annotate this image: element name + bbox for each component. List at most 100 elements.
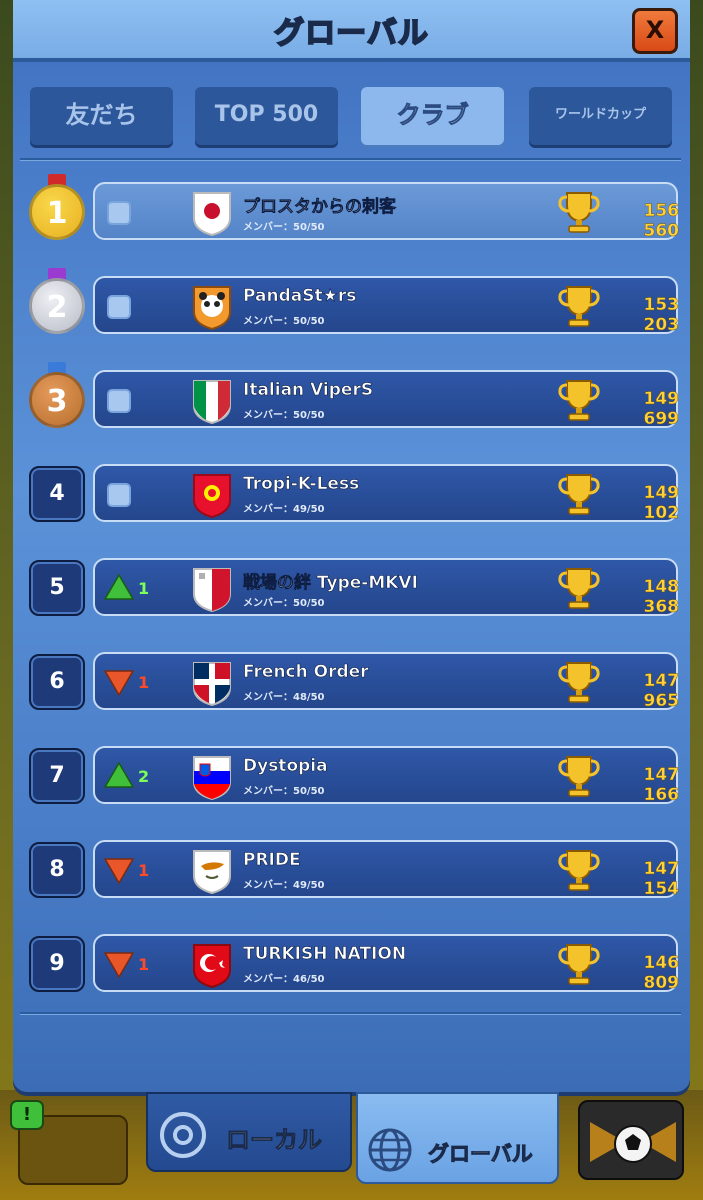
no-change-icon <box>107 389 131 413</box>
club-name: TURKISH NATION <box>243 944 407 964</box>
club-members: メンバー：50/50 <box>243 410 325 421</box>
club-entry[interactable]: 1 French Order メンバー：48/50 147 965 <box>93 652 679 711</box>
rank-down-indicator: 1 <box>103 855 153 887</box>
ranking-row[interactable]: 5 1 戦場の絆 Type-MKVI メンバー：50/50 148 368 <box>13 556 690 620</box>
club-score: 146 809 <box>643 953 679 993</box>
modal-titlebar: グローバル X <box>13 0 690 62</box>
club-score: 147 166 <box>643 765 679 805</box>
trophy-icon <box>558 850 600 891</box>
trophy-icon <box>558 474 600 515</box>
bronze-medal-icon: 3 <box>27 362 87 434</box>
trophy-icon <box>558 286 600 327</box>
club-score: 153 203 <box>643 295 679 335</box>
arrow-down-icon <box>104 858 134 884</box>
close-button[interactable]: X <box>632 8 678 54</box>
club-name: Tropi-K-Less <box>243 474 360 494</box>
ranking-row[interactable]: 1 プロスタからの刺客 メンバー：50/50 156 560 <box>13 174 690 244</box>
tab-worldcup[interactable]: ワールドカップ <box>529 87 672 145</box>
rank-change-value: 1 <box>138 861 150 880</box>
rank-change-value: 2 <box>138 767 150 786</box>
ranking-row[interactable]: 7 2 Dystopia メンバー：50/50 147 166 <box>13 744 690 808</box>
club-score: 148 368 <box>643 577 679 617</box>
malta-flag-icon <box>193 568 231 612</box>
club-entry[interactable]: PandaSt★rs メンバー：50/50 153 203 <box>93 276 679 335</box>
ranking-row[interactable]: 3 Italian ViperS メンバー：50/50 149 699 <box>13 362 690 432</box>
dominican-republic-flag-icon <box>193 662 231 706</box>
club-members: メンバー：48/50 <box>243 692 325 703</box>
club-name: 戦場の絆 Type-MKVI <box>243 573 418 593</box>
club-entry[interactable]: 2 Dystopia メンバー：50/50 147 166 <box>93 746 679 805</box>
arrow-down-icon <box>104 952 134 978</box>
trophy-icon <box>558 756 600 797</box>
club-members: メンバー：50/50 <box>243 598 325 609</box>
club-name: プロスタからの刺客 <box>243 197 396 217</box>
nav-local-label: ローカル <box>226 1126 323 1155</box>
arrow-up-icon <box>104 574 134 600</box>
winged-ball-icon <box>590 1122 676 1163</box>
bottom-divider <box>20 1012 681 1015</box>
club-entry[interactable]: Tropi-K-Less メンバー：49/50 149 102 <box>93 464 679 523</box>
club-name: PandaSt★rs <box>243 286 357 306</box>
no-change-icon <box>107 483 131 507</box>
rank-badge: 9 <box>29 936 85 992</box>
ranking-row[interactable]: 6 1 French Order メンバー：48/50 147 965 <box>13 650 690 714</box>
club-members: メンバー：50/50 <box>243 316 325 327</box>
arrow-down-icon <box>104 670 134 696</box>
club-name: French Order <box>243 662 369 682</box>
club-members: メンバー：49/50 <box>243 880 325 891</box>
no-change-icon <box>107 295 131 319</box>
trophy-icon <box>558 192 600 233</box>
rank-badge: 8 <box>29 842 85 898</box>
rank-up-indicator: 2 <box>103 761 153 793</box>
club-members: メンバー：50/50 <box>243 786 325 797</box>
rank-badge: 4 <box>29 466 85 522</box>
silver-medal-icon: 2 <box>27 268 87 340</box>
rank-change-value: 1 <box>138 955 150 974</box>
nav-global-tab[interactable]: グローバル <box>356 1092 559 1184</box>
club-score: 147 154 <box>643 859 679 899</box>
panda-crest-flag-icon <box>193 286 231 330</box>
club-name: Italian ViperS <box>243 380 374 400</box>
arrow-up-icon <box>104 762 134 788</box>
rank-change-value: 1 <box>138 673 150 692</box>
modal-title: グローバル <box>273 15 429 52</box>
club-score: 149 699 <box>643 389 679 429</box>
club-entry[interactable]: 1 戦場の絆 Type-MKVI メンバー：50/50 148 368 <box>93 558 679 617</box>
club-entry[interactable]: 1 TURKISH NATION メンバー：46/50 146 809 <box>93 934 679 993</box>
club-members: メンバー：49/50 <box>243 504 325 515</box>
cyprus-flag-icon <box>193 850 231 894</box>
club-entry[interactable]: 1 PRIDE メンバー：49/50 147 154 <box>93 840 679 899</box>
club-score: 156 560 <box>643 201 679 241</box>
rank-down-indicator: 1 <box>103 949 153 981</box>
alert-badge: ! <box>10 1100 44 1130</box>
rank-up-indicator: 1 <box>103 573 153 605</box>
club-emblem-nav-icon[interactable] <box>578 1100 684 1180</box>
leaderboard-modal: グローバル X 友だち TOP 500 クラブ ワールドカップ 1 プロスタから… <box>13 0 690 1092</box>
nav-local-tab[interactable]: ローカル <box>146 1092 352 1172</box>
ranking-row[interactable]: 2 PandaSt★rs メンバー：50/50 153 203 <box>13 268 690 338</box>
club-members: メンバー：50/50 <box>243 222 325 233</box>
trophy-icon <box>558 662 600 703</box>
ranking-row[interactable]: 4 Tropi-K-Less メンバー：49/50 149 102 <box>13 462 690 526</box>
club-entry[interactable]: プロスタからの刺客 メンバー：50/50 156 560 <box>93 182 679 241</box>
kyrgyzstan-flag-icon <box>193 474 231 518</box>
rank-badge: 5 <box>29 560 85 616</box>
tab-club[interactable]: クラブ <box>361 87 504 145</box>
rank-badge: 6 <box>29 654 85 710</box>
trophy-icon <box>558 568 600 609</box>
ranking-row[interactable]: 9 1 TURKISH NATION メンバー：46/50 146 809 <box>13 932 690 996</box>
ranking-row[interactable]: 8 1 PRIDE メンバー：49/50 147 154 <box>13 838 690 902</box>
club-score: 149 102 <box>643 483 679 523</box>
gold-medal-icon: 1 <box>27 174 87 246</box>
club-name: PRIDE <box>243 850 301 870</box>
japan-flag-icon <box>193 192 231 236</box>
club-name: Dystopia <box>243 756 328 776</box>
club-entry[interactable]: Italian ViperS メンバー：50/50 149 699 <box>93 370 679 429</box>
rank-down-indicator: 1 <box>103 667 153 699</box>
trophy-icon <box>558 380 600 421</box>
tab-top500[interactable]: TOP 500 <box>195 87 338 145</box>
rank-change-value: 1 <box>138 579 150 598</box>
club-score: 147 965 <box>643 671 679 711</box>
turkey-flag-icon <box>193 944 231 988</box>
tab-friends[interactable]: 友だち <box>30 87 173 145</box>
